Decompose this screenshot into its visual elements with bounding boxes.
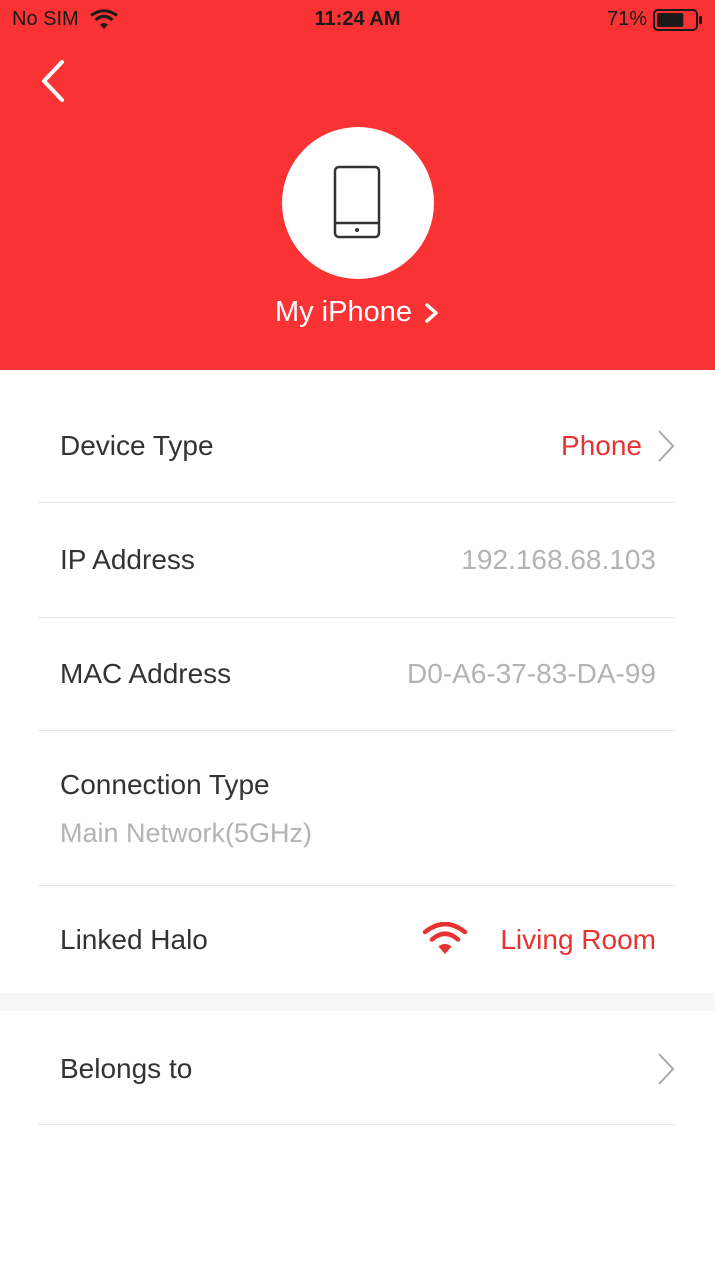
chevron-right-icon (658, 430, 675, 462)
back-button[interactable] (30, 56, 76, 106)
linked-halo-value: Living Room (500, 924, 656, 955)
connection-type-label: Connection Type (60, 769, 270, 800)
section-divider (0, 993, 715, 1011)
mac-address-label: MAC Address (60, 658, 232, 689)
device-type-value: Phone (561, 430, 642, 461)
battery-percent: 71% (606, 8, 647, 30)
ip-address-value: 192.168.68.103 (461, 544, 656, 575)
linked-halo-label: Linked Halo (60, 924, 208, 955)
mac-address-row: MAC Address D0-A6-37-83-DA-99 (38, 618, 676, 731)
linked-halo-row[interactable]: Linked Halo Living Room (38, 886, 676, 993)
device-header: No SIM 11:24 AM 71% My iPhone (0, 0, 715, 370)
device-avatar (282, 127, 434, 279)
wifi-icon (422, 922, 468, 954)
connection-type-row: Connection Type Main Network(5GHz) (38, 731, 676, 886)
status-right: 71% (607, 8, 703, 31)
battery-icon (653, 8, 702, 31)
ip-address-row: IP Address 192.168.68.103 (38, 503, 676, 618)
device-type-label: Device Type (60, 430, 214, 461)
belongs-to-row[interactable]: Belongs to (38, 1011, 676, 1125)
device-name-link[interactable]: My iPhone (0, 296, 715, 329)
status-bar: No SIM 11:24 AM 71% (0, 0, 715, 40)
chevron-right-icon (425, 303, 438, 324)
device-name-text: My iPhone (274, 296, 412, 328)
chevron-left-icon (42, 60, 64, 102)
mac-address-value: D0-A6-37-83-DA-99 (407, 658, 656, 689)
connection-type-value: Main Network(5GHz) (60, 818, 313, 848)
belongs-to-label: Belongs to (60, 1053, 193, 1084)
chevron-right-icon (658, 1053, 675, 1085)
ip-address-label: IP Address (60, 544, 195, 575)
phone-icon (333, 165, 381, 239)
device-type-row[interactable]: Device Type Phone (38, 390, 676, 503)
